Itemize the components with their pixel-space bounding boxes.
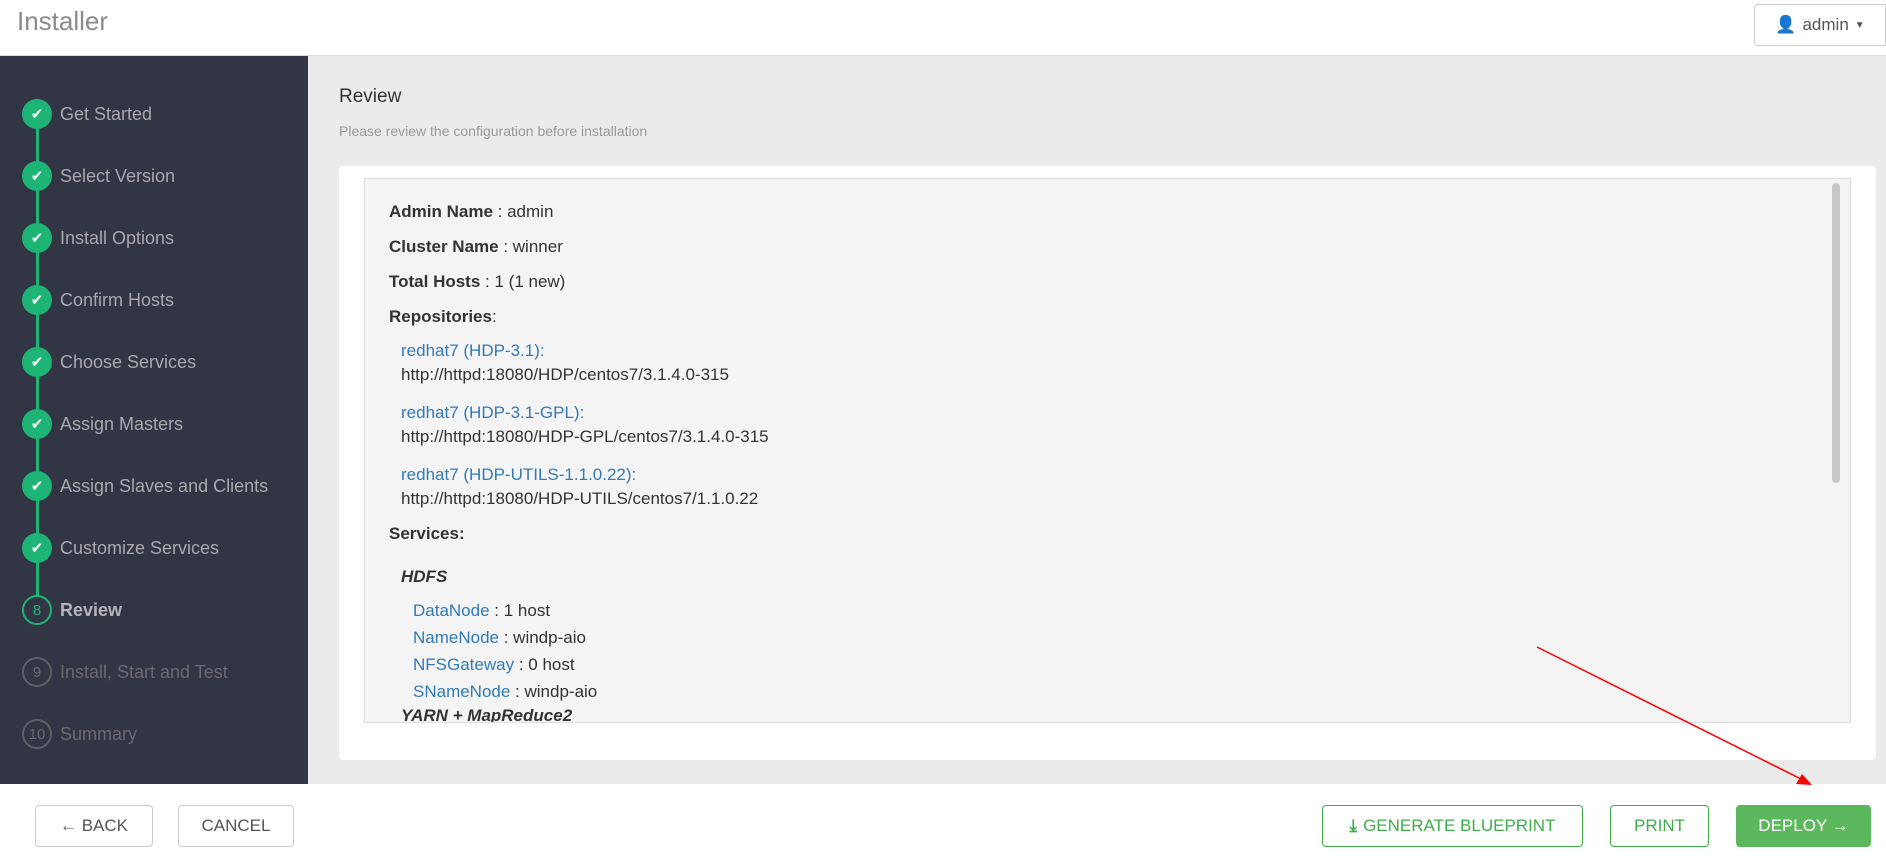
annotation-arrow <box>1536 646 1812 785</box>
